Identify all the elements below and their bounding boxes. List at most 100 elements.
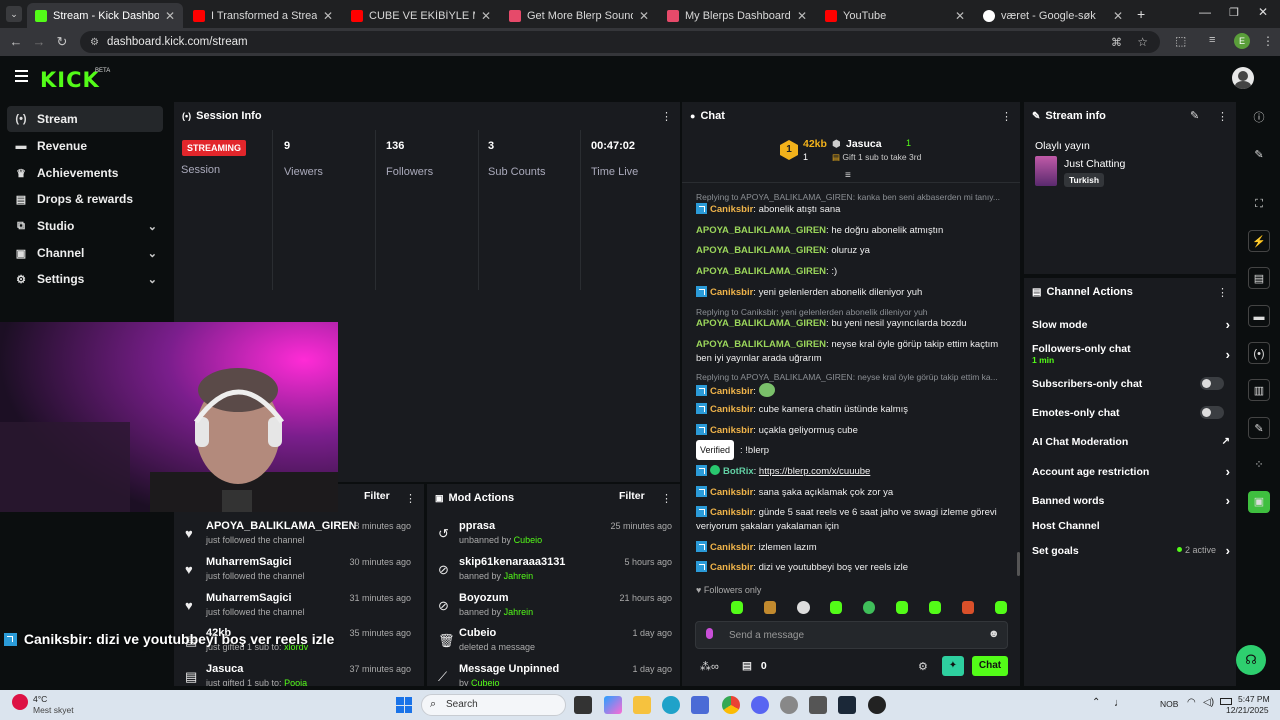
minimize-icon[interactable]: — bbox=[1199, 5, 1211, 19]
category-thumbnail[interactable] bbox=[1035, 156, 1057, 186]
kick-logo[interactable]: KICK bbox=[40, 68, 100, 92]
browser-tab[interactable]: været - Google-søk ✕ bbox=[975, 3, 1131, 28]
file-explorer-icon[interactable] bbox=[633, 696, 651, 714]
steam-icon[interactable] bbox=[838, 696, 856, 714]
chat-username[interactable]: Caniksbir bbox=[710, 487, 753, 498]
chat-settings-extras-icon[interactable]: ⁂∞ bbox=[700, 660, 719, 673]
chat-username[interactable]: Caniksbir bbox=[710, 204, 753, 215]
banned-words-row[interactable]: Banned words › bbox=[1032, 493, 1230, 508]
chat-username[interactable]: BotRix bbox=[723, 466, 754, 477]
close-tab-icon[interactable]: ✕ bbox=[797, 9, 807, 23]
task-view-icon[interactable] bbox=[574, 696, 592, 714]
user-avatar[interactable] bbox=[1232, 67, 1254, 89]
sidebar-item-channel[interactable]: ▣ Channel ⌄ bbox=[7, 240, 163, 266]
gift-recipient[interactable]: Pooja bbox=[284, 678, 307, 686]
message-input[interactable]: Send a message ☻ bbox=[695, 621, 1008, 649]
translate-icon[interactable]: ⌘ bbox=[1111, 36, 1122, 49]
moderator[interactable]: Jahrein bbox=[504, 607, 534, 617]
fullscreen-icon[interactable]: ⛶ bbox=[1248, 193, 1270, 215]
info-icon[interactable]: ⓘ bbox=[1248, 107, 1270, 129]
chat-username[interactable]: Caniksbir bbox=[710, 404, 753, 415]
battery-icon[interactable] bbox=[1220, 698, 1232, 705]
chat-username[interactable]: APOYA_BALIKLAMA_GIREN bbox=[696, 225, 826, 236]
chrome-icon[interactable] bbox=[722, 696, 740, 714]
emote-icon[interactable] bbox=[764, 601, 776, 614]
bookmark-star-icon[interactable]: ☆ bbox=[1137, 35, 1148, 49]
filter-button[interactable]: Filter bbox=[364, 490, 390, 502]
close-tab-icon[interactable]: ✕ bbox=[481, 9, 491, 23]
chat-username[interactable]: APOYA_BALIKLAMA_GIREN bbox=[696, 266, 826, 277]
chat-username[interactable]: Caniksbir bbox=[710, 507, 753, 518]
emote-icon[interactable] bbox=[863, 601, 875, 614]
volume-icon[interactable]: ◁) bbox=[1203, 697, 1214, 708]
settings-app-icon[interactable] bbox=[780, 696, 798, 714]
chat-bubble-icon[interactable]: ▬ bbox=[1248, 305, 1270, 327]
followers-only-row[interactable]: Followers-only chat › 1 min bbox=[1032, 343, 1230, 365]
app-icon[interactable] bbox=[868, 696, 886, 714]
mod-target[interactable]: pprasa bbox=[459, 520, 495, 532]
ai-moderation-row[interactable]: AI Chat Moderation ↗ bbox=[1032, 436, 1230, 448]
copilot-icon[interactable] bbox=[604, 696, 622, 714]
emotes-only-toggle[interactable] bbox=[1200, 406, 1224, 419]
moderator[interactable]: Cubeio bbox=[471, 678, 500, 686]
hamburger-menu-icon[interactable] bbox=[15, 70, 28, 82]
channel-points[interactable]: ▤ 0 bbox=[742, 660, 767, 672]
account-age-row[interactable]: Account age restriction › bbox=[1032, 464, 1230, 479]
close-tab-icon[interactable]: ✕ bbox=[323, 9, 333, 23]
new-tab-icon[interactable]: + bbox=[1137, 6, 1145, 22]
browser-tab[interactable]: Get More Blerp Sound Beets! ✕ bbox=[501, 3, 657, 28]
more-options-icon[interactable]: ⋮ bbox=[661, 492, 672, 505]
kick-bot-icon[interactable]: ▣ bbox=[1248, 491, 1270, 513]
back-icon[interactable]: ← bbox=[4, 34, 28, 49]
edit-icon[interactable]: ✎ bbox=[1190, 109, 1199, 122]
close-tab-icon[interactable]: ✕ bbox=[639, 9, 649, 23]
host-channel-row[interactable]: Host Channel bbox=[1032, 520, 1230, 532]
mod-target[interactable]: skip61kenaraaa3131 bbox=[459, 556, 565, 568]
more-options-icon[interactable]: ⋮ bbox=[1217, 286, 1228, 299]
address-bar[interactable]: ⚙ dashboard.kick.com/stream ⌘ ☆ bbox=[80, 31, 1160, 53]
chat-username[interactable]: Caniksbir bbox=[710, 562, 753, 573]
reload-icon[interactable]: ↻ bbox=[50, 34, 74, 50]
chat-link[interactable]: https://blerp.com/x/cuuube bbox=[759, 466, 870, 477]
close-tab-icon[interactable]: ✕ bbox=[1113, 9, 1123, 23]
chat-username[interactable]: Caniksbir bbox=[710, 287, 753, 298]
activity-user[interactable]: MuharremSagici bbox=[206, 592, 292, 604]
subscribers-only-toggle[interactable] bbox=[1200, 377, 1224, 390]
weather-icon[interactable] bbox=[12, 694, 28, 710]
emoji-picker-icon[interactable]: ☻ bbox=[988, 628, 1000, 640]
activity-user[interactable]: APOYA_BALIKLAMA_GIREN bbox=[206, 520, 357, 532]
reading-list-icon[interactable]: ≡ bbox=[1209, 34, 1215, 46]
tray-chevron-icon[interactable]: ⌃ bbox=[1092, 697, 1100, 708]
teams-icon[interactable] bbox=[691, 696, 709, 714]
chat-username[interactable]: APOYA_BALIKLAMA_GIREN bbox=[696, 318, 826, 329]
broadcast-icon[interactable]: (•) bbox=[1248, 342, 1270, 364]
emote-icon[interactable] bbox=[830, 601, 842, 614]
more-options-icon[interactable]: ⋮ bbox=[1001, 110, 1012, 123]
clock-date[interactable]: 12/21/2025 bbox=[1226, 705, 1269, 715]
chat-username[interactable]: Caniksbir bbox=[710, 386, 753, 397]
mod-target[interactable]: Boyozum bbox=[459, 592, 509, 604]
profile-avatar[interactable]: E bbox=[1234, 33, 1250, 49]
microphone-tray-icon[interactable]: ♩ bbox=[1114, 697, 1125, 709]
taskbar-search[interactable]: ⌕ Search bbox=[421, 694, 566, 716]
sidebar-item-revenue[interactable]: ▬ Revenue bbox=[7, 133, 163, 159]
mod-target[interactable]: Message Unpinned bbox=[459, 663, 559, 675]
apps-icon[interactable]: ⁘ bbox=[1248, 454, 1270, 476]
moderator[interactable]: Jahrein bbox=[504, 571, 534, 581]
slow-mode-row[interactable]: Slow mode › bbox=[1032, 317, 1230, 332]
filter-button[interactable]: Filter bbox=[619, 490, 645, 502]
emotes-only-row[interactable]: Emotes-only chat bbox=[1032, 406, 1230, 419]
clipboard-icon[interactable]: ▤ bbox=[1248, 267, 1270, 289]
emote-icon[interactable] bbox=[797, 601, 810, 614]
close-tab-icon[interactable]: ✕ bbox=[165, 9, 175, 23]
moderator[interactable]: Cubeio bbox=[514, 535, 543, 545]
browser-tab[interactable]: Stream - Kick Dashboard ✕ bbox=[27, 3, 183, 28]
calculator-icon[interactable] bbox=[809, 696, 827, 714]
layout-icon[interactable]: ▥ bbox=[1248, 379, 1270, 401]
browser-tab[interactable]: I Transformed a Streamer's Life ✕ bbox=[185, 3, 341, 28]
chat-scrollbar[interactable] bbox=[1017, 552, 1020, 576]
mod-target[interactable]: Cubeio bbox=[459, 627, 496, 639]
extensions-icon[interactable]: ⬚ bbox=[1175, 34, 1186, 48]
browser-tab[interactable]: CUBE VE EKİBİYLE MİMESİS'TE ✕ bbox=[343, 3, 499, 28]
microphone-icon[interactable] bbox=[706, 628, 713, 639]
